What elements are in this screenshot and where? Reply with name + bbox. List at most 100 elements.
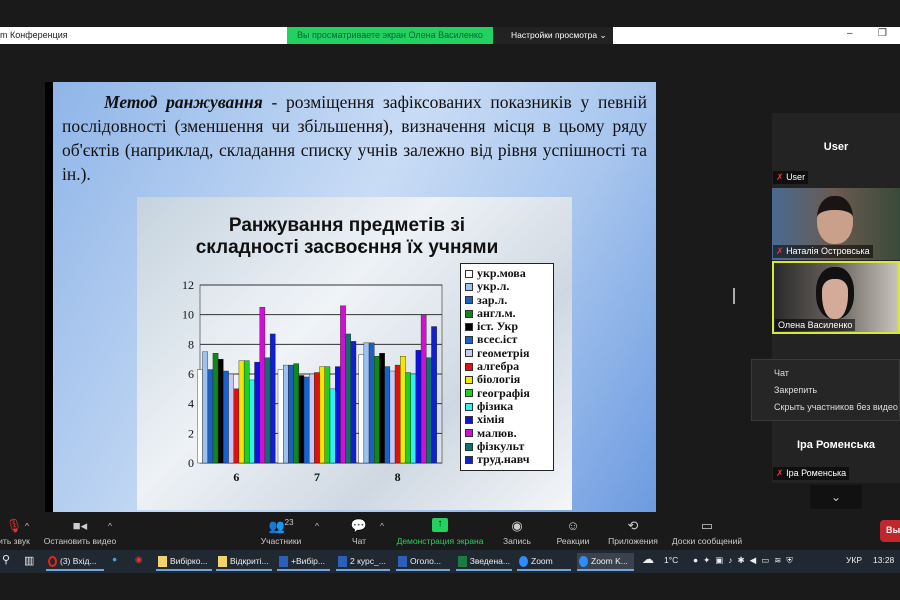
participant-name-large: Іра Роменська — [797, 439, 875, 451]
leave-button[interactable]: Вы — [880, 520, 900, 542]
menu-item-chat[interactable]: Чат — [774, 365, 899, 382]
unmute-button[interactable]: 🎙 ить звук — [0, 518, 36, 546]
system-tray-icons[interactable]: ●✦▣♪✱◀▭≋⛨ — [693, 555, 798, 566]
whiteboards-label: Доски сообщений — [671, 536, 743, 546]
participants-label: Участники — [260, 536, 302, 546]
clock[interactable]: 13:28 — [873, 555, 894, 565]
video-tile[interactable]: ✗ Наталія Островська — [772, 188, 900, 260]
video-options-caret[interactable]: ^ — [108, 521, 112, 531]
legend-swatch — [465, 455, 473, 464]
y-tick-label: 2 — [188, 426, 194, 440]
bar-англ.м. — [212, 353, 219, 464]
taskbar-label: +Вибір... — [291, 556, 325, 566]
scroll-down-button[interactable]: ⌄ — [810, 485, 862, 509]
record-button[interactable]: ◉ Запись — [498, 518, 536, 546]
record-label: Запись — [503, 536, 531, 546]
folder-icon — [218, 555, 227, 567]
view-settings-button[interactable]: Настройки просмотра ⌄ — [493, 27, 613, 44]
apps-label: Приложения — [608, 536, 658, 546]
legend-item: зар.л. — [465, 293, 553, 307]
taskbar-folder-2[interactable]: Відкриті... — [216, 553, 272, 571]
y-tick-label: 10 — [182, 308, 194, 322]
y-tick-label: 6 — [188, 367, 194, 381]
search-icon[interactable]: ⚲ — [2, 553, 10, 566]
y-tick-label: 0 — [188, 456, 194, 470]
x-tick-label: 6 — [233, 470, 239, 484]
context-menu: Чат Закрепить Скрыть участников без виде… — [751, 359, 900, 421]
taskbar-label: Zoom — [531, 556, 553, 566]
bar-фізкульт — [426, 357, 432, 464]
bar-труд.навч — [431, 326, 437, 464]
chat-button[interactable]: 💬 Чат — [345, 518, 373, 546]
zoom-icon — [519, 555, 528, 567]
resize-handle[interactable] — [733, 288, 735, 304]
bar-фізика — [329, 388, 336, 464]
temperature: 1°C — [664, 555, 679, 565]
legend-label: труд.навч — [477, 452, 530, 467]
bar-зар.л. — [207, 369, 214, 464]
legend-label: малюв. — [477, 425, 517, 440]
taskbar-zoom-meeting[interactable]: Zoom K... — [577, 553, 634, 571]
bar-геометрія — [228, 373, 234, 464]
taskbar-label: Відкриті... — [230, 556, 269, 566]
participant-video — [816, 267, 854, 319]
language-indicator[interactable]: УКР — [846, 555, 862, 565]
menu-item-pin[interactable]: Закрепить — [774, 382, 899, 399]
reactions-button[interactable]: ☺ Реакции — [553, 518, 593, 546]
audio-options-caret[interactable]: ^ — [25, 521, 29, 531]
x-tick-label: 7 — [314, 470, 320, 484]
menu-item-hide-non-video[interactable]: Скрыть участников без видео — [774, 399, 899, 416]
legend-label: географія — [477, 385, 530, 400]
chrome-icon[interactable]: ◉ — [135, 554, 142, 565]
weather-icon[interactable]: ☁ — [642, 552, 654, 566]
participant-name-large: User — [823, 141, 849, 153]
reactions-icon: ☺ — [566, 518, 580, 533]
chevron-down-icon: ⌄ — [830, 490, 842, 504]
taskbar-word-1[interactable]: +Вибір... — [277, 553, 330, 571]
legend-label: хімія — [477, 412, 505, 427]
chat-options-caret[interactable]: ^ — [380, 521, 384, 531]
legend-swatch — [465, 296, 473, 305]
legend-label: англ.м. — [477, 305, 516, 320]
legend-item: фізкульт — [465, 439, 553, 453]
legend-item: біологія — [465, 373, 553, 386]
legend-item: алгебра — [465, 359, 553, 373]
taskbar-word-2[interactable]: 2 курс_... — [336, 553, 390, 571]
restore-icon[interactable]: ❐ — [878, 28, 887, 39]
bar-алгебра — [394, 364, 401, 464]
mic-muted-icon: ✗ — [776, 172, 784, 182]
zoom-icon — [579, 555, 588, 567]
legend-swatch — [465, 349, 473, 358]
legend-item: англ.м. — [465, 305, 553, 320]
edge-icon[interactable]: ● — [112, 554, 117, 564]
reactions-label: Реакции — [556, 536, 590, 546]
taskbar-word-3[interactable]: Оголо... — [396, 553, 450, 571]
legend-swatch — [465, 269, 473, 278]
taskbar-zoom[interactable]: Zoom — [517, 553, 571, 571]
legend-item: геометрія — [465, 345, 553, 360]
legend-item: труд.навч — [465, 452, 553, 467]
participants-button[interactable]: 👥23 Участники — [258, 518, 304, 546]
unmute-label: ить звук — [0, 536, 30, 546]
share-screen-button[interactable]: ↑ Демонстрация экрана — [394, 518, 486, 546]
legend-swatch — [465, 362, 473, 371]
bar-укр.мова — [277, 369, 284, 464]
y-tick-label: 4 — [188, 397, 194, 411]
stop-video-button[interactable]: ■◂ Остановить видео — [42, 518, 118, 546]
apps-button[interactable]: ⟲ Приложения — [606, 518, 660, 546]
legend-item: географія — [465, 385, 553, 400]
taskbar-opera[interactable]: (3) Вхід... — [46, 553, 104, 571]
bar-фізика — [410, 373, 417, 464]
taskbar-folder-1[interactable]: Вибірко... — [156, 553, 212, 571]
video-tile-active-speaker[interactable]: Олена Василенко — [772, 261, 900, 334]
minimize-icon[interactable]: – — [847, 28, 853, 39]
legend-swatch — [465, 415, 473, 424]
bar-труд.навч — [269, 333, 276, 464]
participant-name: Наталія Островська — [786, 246, 870, 256]
whiteboards-button[interactable]: ▭ Доски сообщений — [668, 518, 746, 546]
task-view-icon[interactable]: ▥ — [24, 554, 34, 567]
participants-options-caret[interactable]: ^ — [315, 521, 319, 531]
y-tick-label: 8 — [188, 337, 194, 351]
taskbar-excel[interactable]: Зведена... — [456, 553, 512, 571]
legend-label: геометрія — [477, 345, 530, 360]
